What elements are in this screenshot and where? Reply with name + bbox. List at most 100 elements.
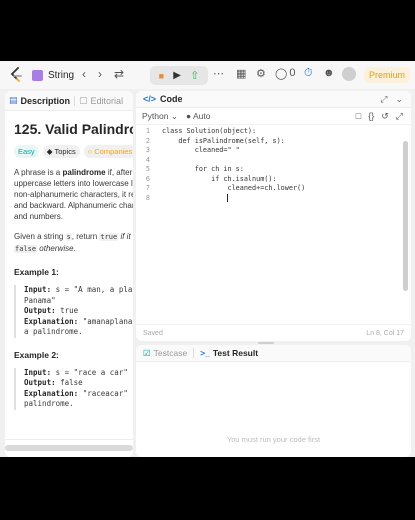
empty-result-message: You must run your code first [226, 435, 321, 444]
editor-status-bar: Saved Ln 8, Col 17 [136, 324, 411, 341]
tab-testcase[interactable]: ☑ Testcase [143, 348, 187, 359]
line-number: 6 [145, 174, 150, 183]
shuffle-icon[interactable]: ⇄ [114, 67, 124, 81]
debug-icon[interactable]: ■ [159, 71, 164, 81]
run-button[interactable]: ▶ [173, 70, 181, 81]
code-text: if ch.isalnum(): [162, 174, 277, 183]
lock-icon: ● [185, 111, 192, 121]
example-explanation-cont: a palindrome. [24, 327, 83, 336]
description-panel: ▤ Description ▢ Editorial 125. Valid Pal… [5, 91, 133, 457]
example-input-label: Input: [24, 285, 52, 294]
code-text: class Solution(object): [162, 127, 257, 135]
example-input: s = "race a car" [51, 367, 128, 377]
example-input: s = "A man, a pla [51, 285, 133, 294]
bookmark-icon[interactable]: □ [356, 111, 361, 122]
language-select[interactable]: Python ⌄ [142, 111, 178, 122]
reset-icon[interactable]: ↺ [381, 111, 389, 122]
problem-task: Given a string s, return true if it i fa… [14, 231, 133, 255]
task-text: if it i [120, 232, 133, 241]
code-line: 8 [136, 193, 411, 204]
example-title: Example 1: [14, 267, 59, 277]
streak-counter[interactable]: ◯ 0 [275, 67, 295, 80]
code-panel-title: Code [160, 94, 183, 104]
fire-icon: ◯ [275, 68, 288, 80]
example-explanation: "amanaplana [78, 316, 133, 326]
code-line: 5 for ch in s: [136, 165, 411, 175]
statement-bold: palindrome [62, 168, 106, 177]
maximize-icon[interactable]: ⤢ [380, 94, 387, 105]
code-editor[interactable]: 1 class Solution(object): 2 def isPalindr… [136, 127, 411, 203]
auto-mode[interactable]: ● Auto [186, 111, 211, 121]
line-number: 7 [145, 184, 150, 192]
problem-title: 125. Valid Palindrome [14, 121, 133, 137]
code-text: def isPalindrome(self, s): [162, 136, 285, 145]
text-cursor [227, 193, 229, 202]
code-icon: </> [143, 94, 157, 104]
settings-icon[interactable]: ⚙ [256, 67, 266, 80]
statement-text-cont: if, after co [107, 168, 133, 177]
avatar[interactable] [342, 67, 356, 81]
list-icon [32, 69, 43, 81]
language-label: Python [142, 110, 169, 121]
statement-line: non-alphanumeric characters, it rea [14, 190, 133, 199]
tab-description[interactable]: ▤ Description [9, 95, 70, 106]
example-output-label: Output: [24, 306, 56, 315]
companies-tag-label: Companies [94, 147, 133, 156]
editor-toolbar: Python ⌄ ● Auto □ {} ↺ ⤢ [136, 108, 411, 125]
topics-tag[interactable]: ◆ Topics [42, 145, 80, 158]
statement-line: uppercase letters into lowercase let [14, 179, 133, 188]
chevron-down-icon: ⌄ [170, 110, 178, 121]
code-line: 3 cleaned=" " [136, 146, 411, 156]
tab-divider [193, 348, 195, 358]
app-window: String ‹ › ⇄ ■ ▶ ⇧ ⋯ ▦ ⚙ ◯ 0 ⏱ ☻ Premium… [0, 61, 415, 457]
run-toolbar: ■ ▶ ⇧ [150, 66, 208, 85]
tab-test-result[interactable]: >_ Test Result [200, 348, 258, 358]
timer-icon[interactable]: ⏱ [304, 67, 313, 80]
line-number: 2 [145, 136, 150, 145]
terminal-icon: >_ [200, 348, 210, 358]
format-icon[interactable]: {} [368, 111, 374, 122]
auto-mode-label: Auto [193, 111, 211, 121]
example-explanation-label: Explanation: [24, 388, 79, 398]
line-number: 5 [145, 165, 150, 173]
editor-scrollbar[interactable] [403, 141, 408, 291]
prev-problem-icon[interactable]: ‹ [82, 67, 86, 81]
example-block: Input: s = "A man, a pla Panama" Output:… [14, 285, 132, 338]
code-panel: </> Code ⤢ ⌄ Python ⌄ ● Auto □ {} ↺ ⤢ 1 c… [136, 91, 411, 341]
expand-icon[interactable]: ⤢ [396, 111, 403, 122]
collapse-icon[interactable]: ⌄ [395, 94, 403, 105]
leetcode-logo-icon[interactable] [8, 66, 24, 84]
horizontal-scrollbar[interactable] [5, 445, 133, 451]
problem-list-button[interactable]: String [32, 67, 74, 83]
code-line: 2 def isPalindrome(self, s): [136, 137, 411, 147]
example-explanation-label: Explanation: [24, 316, 79, 326]
save-status: Saved [143, 329, 163, 337]
difficulty-badge[interactable]: Easy [14, 145, 39, 158]
problem-statement: A phrase is a palindrome if, after co up… [14, 167, 133, 222]
code-panel-header: </> Code ⤢ ⌄ [136, 91, 411, 108]
resize-handle[interactable] [258, 342, 274, 344]
statement-line: and backward. Alphanumeric chara [14, 201, 133, 210]
statement-line: and numbers. [14, 212, 63, 221]
companies-tag[interactable]: ○ Companies [83, 145, 133, 158]
line-number: 3 [145, 146, 150, 154]
next-problem-icon[interactable]: › [98, 67, 102, 81]
result-tabs: ☑ Testcase >_ Test Result [136, 345, 411, 362]
line-number: 1 [145, 127, 150, 135]
left-tabs: ▤ Description ▢ Editorial [5, 91, 133, 111]
premium-button[interactable]: Premium [364, 67, 410, 83]
layout-icon[interactable]: ▦ [236, 67, 246, 80]
checkbox-icon: ☑ [143, 347, 151, 358]
code-line: 4 [136, 156, 411, 166]
example-output: false [55, 378, 83, 387]
add-friend-icon[interactable]: ☻ [323, 67, 335, 79]
code-text: cleaned+=ch.lower() [162, 184, 306, 192]
more-icon[interactable]: ⋯ [213, 67, 224, 80]
tab-testcase-label: Testcase [153, 348, 188, 358]
submit-button[interactable]: ⇧ [190, 69, 199, 82]
code-line: 6 if ch.isalnum(): [136, 175, 411, 185]
tab-editorial[interactable]: ▢ Editorial [79, 95, 123, 106]
example-explanation: "raceacar" [78, 388, 128, 398]
